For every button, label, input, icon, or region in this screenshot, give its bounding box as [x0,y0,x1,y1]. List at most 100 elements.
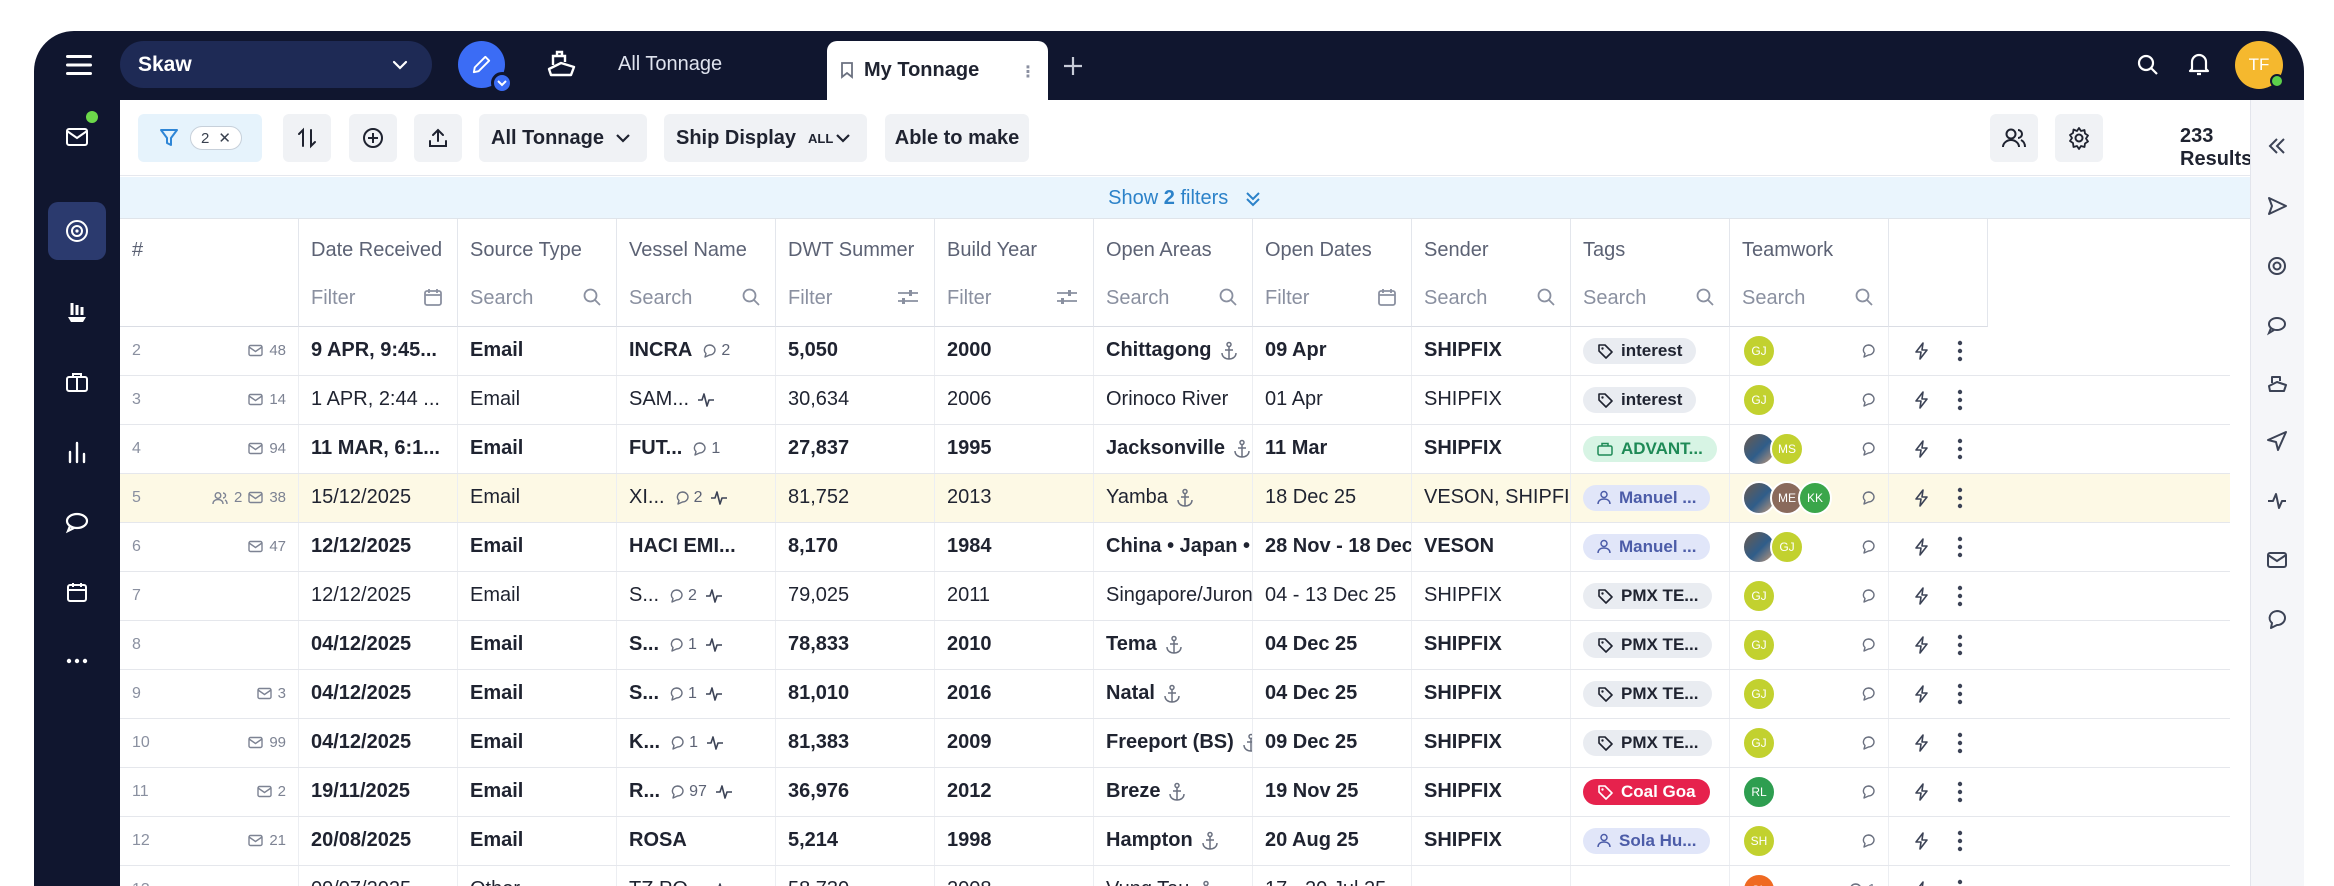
avatar[interactable]: GJ [1742,676,1776,711]
quick-action-button[interactable] [1910,327,1934,375]
cell-date-received[interactable]: 09/07/2025 [299,866,458,886]
cell-open-areas[interactable]: Chittagong [1094,327,1253,375]
table-row[interactable]: 8 04/12/2025 Email S... 1 78,833 2010 Tema 04 De… [120,621,2230,670]
team-comment-button[interactable] [1861,392,1876,407]
cell-tags[interactable]: Coal Goa [1571,768,1730,816]
cell-open-areas[interactable]: Vung Tau [1094,866,1253,886]
sidebar-item-analytics[interactable] [48,423,106,481]
vessel-comments[interactable]: 1 [670,734,698,752]
cell-sender[interactable]: VESON, SHIPFIX [1412,474,1571,522]
table-row[interactable]: 9 3 04/12/2025 Email S... 1 81,010 2016 Natal 04 … [120,670,2230,719]
cell-index[interactable]: 7 [120,572,299,620]
cell-source-type[interactable]: Email [458,719,617,767]
cell-source-type[interactable]: Email [458,768,617,816]
filter-icon-wrap[interactable] [1218,287,1238,313]
cell-teamwork[interactable]: GJ [1730,376,1889,424]
column-header-index[interactable]: # [120,219,299,327]
team-comment-button[interactable] [1861,588,1876,603]
vessel-comments[interactable]: 1 [669,685,697,703]
cell-tags[interactable]: Sola Hu... [1571,817,1730,865]
row-menu-button[interactable] [1950,327,1970,375]
cell-build-year[interactable]: 2000 [935,327,1094,375]
cell-tags[interactable]: Manuel ... [1571,523,1730,571]
cell-sender[interactable]: SHIPFIX [1412,327,1571,375]
row-menu-button[interactable] [1950,768,1970,816]
quick-action-button[interactable] [1910,621,1934,669]
quick-action-button[interactable] [1910,474,1934,522]
table-row[interactable]: 10 99 04/12/2025 Email K... 1 81,383 2009 Freepo… [120,719,2230,768]
cell-dwt-summer[interactable]: 81,010 [776,670,935,718]
tag-chip[interactable]: PMX TE... [1583,582,1713,609]
cell-open-dates[interactable]: 19 Nov 25 [1253,768,1412,816]
cell-open-areas[interactable]: Tema [1094,621,1253,669]
column-header-tags[interactable]: Tags Search [1571,219,1730,327]
column-header-open-areas[interactable]: Open Areas Search [1094,219,1253,327]
cell-tags[interactable]: Manuel ... [1571,474,1730,522]
cell-index[interactable]: 4 94 [120,425,299,473]
table-row[interactable]: 5 2 38 15/12/2025 Email XI... 2 81,752 2013 Yamba… [120,474,2230,523]
table-row[interactable]: 3 14 1 APR, 2:44 ... Email SAM... 30,634 2006 O… [120,376,2230,425]
cell-teamwork[interactable]: GJ [1730,572,1889,620]
column-filter-input[interactable]: Search [1742,287,1878,310]
cell-dwt-summer[interactable]: 36,976 [776,768,935,816]
cell-source-type[interactable]: Other [458,866,617,886]
cell-date-received[interactable]: 12/12/2025 [299,523,458,571]
tag-chip[interactable]: Coal Goa [1583,778,1710,805]
cell-index[interactable]: 10 99 [120,719,299,767]
cell-index[interactable]: 12 21 [120,817,299,865]
quick-action-button[interactable] [1910,670,1934,718]
cell-build-year[interactable]: 2008 [935,866,1094,886]
quick-action-button[interactable] [1910,768,1934,816]
column-header-source-type[interactable]: Source Type Search [458,219,617,327]
column-filter-input[interactable]: Search [1106,287,1242,310]
tag-chip[interactable]: Manuel ... [1583,484,1711,511]
cell-vessel-name[interactable]: K... 1 [617,719,776,767]
search-icon[interactable] [2136,53,2160,77]
column-header-vessel-name[interactable]: Vessel Name Search [617,219,776,327]
table-row[interactable]: 2 48 9 APR, 9:45... Email INCRA 2 5,050 2000 Chi… [120,327,2230,376]
table-row[interactable]: 13 09/07/2025 Other TZ PO... 58,730 2008 Vung … [120,866,2230,886]
tag-chip[interactable]: PMX TE... [1583,680,1713,707]
filter-icon-wrap[interactable] [1695,287,1715,313]
pulse-icon[interactable] [2266,490,2288,512]
filter-button[interactable]: 2 ✕ [138,114,262,162]
team-comment-button[interactable] [1861,735,1876,750]
cell-index[interactable]: 11 2 [120,768,299,816]
filter-icon-wrap[interactable] [896,287,920,313]
cell-vessel-name[interactable]: S... 1 [617,670,776,718]
cell-open-dates[interactable]: 04 - 13 Dec 25 [1253,572,1412,620]
cell-build-year[interactable]: 2006 [935,376,1094,424]
user-avatar[interactable]: TF [2235,41,2284,89]
cell-dwt-summer[interactable]: 5,050 [776,327,935,375]
tag-chip[interactable]: PMX TE... [1583,631,1713,658]
row-menu-button[interactable] [1950,425,1970,473]
cell-sender[interactable]: SHIPFIX [1412,670,1571,718]
table-row[interactable]: 7 12/12/2025 Email S... 2 79,025 2011 Singapore… [120,572,2230,621]
team-comment-button[interactable] [1861,637,1876,652]
tab-more-icon[interactable]: ⋮ [1020,62,1036,82]
cell-dwt-summer[interactable]: 58,730 [776,866,935,886]
cell-open-dates[interactable]: 04 Dec 25 [1253,670,1412,718]
cell-sender[interactable]: SHIPFIX [1412,719,1571,767]
column-filter-input[interactable]: Filter [788,287,924,310]
cell-teamwork[interactable]: ME KK [1730,474,1889,522]
table-row[interactable]: 4 94 11 MAR, 6:1... Email FUT... 1 27,837 1995 J… [120,425,2230,474]
cell-vessel-name[interactable]: XI... 2 [617,474,776,522]
cell-index[interactable]: 13 [120,866,299,886]
cell-sender[interactable]: SHIPFIX [1412,425,1571,473]
cell-open-areas[interactable]: Breze [1094,768,1253,816]
cell-open-areas[interactable]: Yamba [1094,474,1253,522]
cell-sender[interactable]: SHIPFIX [1412,817,1571,865]
column-header-teamwork[interactable]: Teamwork Search [1730,219,1889,327]
table-row[interactable]: 12 21 20/08/2025 Email ROSA 5,214 1998 Hampton 2… [120,817,2230,866]
cell-open-areas[interactable]: Orinoco River [1094,376,1253,424]
cell-source-type[interactable]: Email [458,376,617,424]
sort-button[interactable] [283,114,331,162]
cell-tags[interactable]: interest [1571,327,1730,375]
cell-index[interactable]: 2 48 [120,327,299,375]
column-filter-input[interactable]: Filter [947,287,1083,310]
activity-indicator[interactable] [710,490,728,506]
avatar[interactable]: GJ [1742,627,1776,662]
quick-action-button[interactable] [1910,425,1934,473]
ship-icon[interactable] [544,47,578,81]
